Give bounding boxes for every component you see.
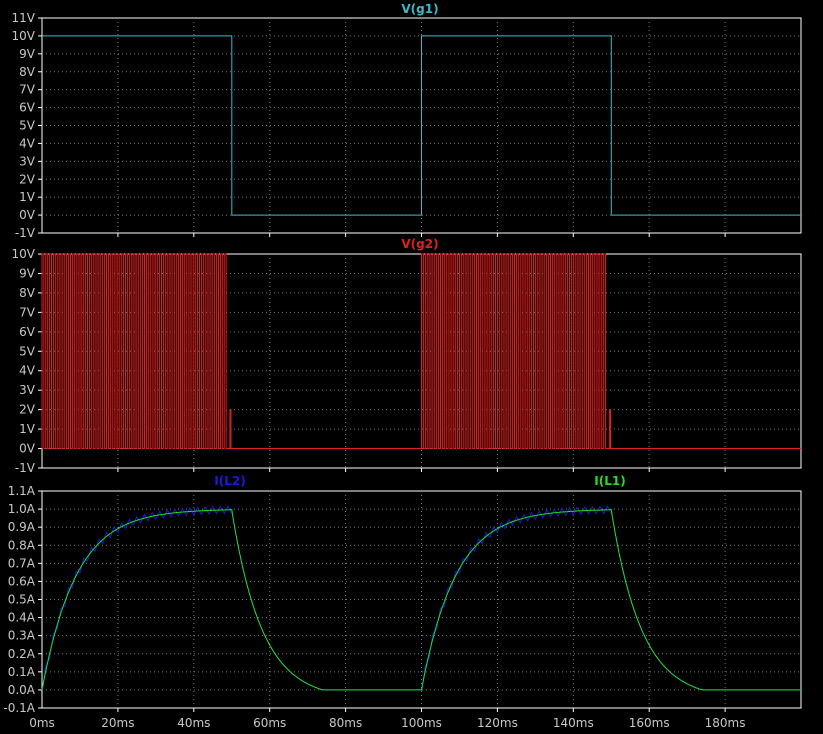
y-tick-label: 0.0A xyxy=(8,683,36,697)
y-tick-label: -1V xyxy=(15,461,36,475)
y-tick-label: 0.6A xyxy=(8,574,36,588)
y-tick-label: 3V xyxy=(19,383,36,397)
y-tick-label: 9V xyxy=(19,47,36,61)
y-tick-label: 6V xyxy=(19,325,36,339)
x-tick-label: 140ms xyxy=(553,716,594,730)
y-tick-label: 0.2A xyxy=(8,647,36,661)
y-tick-label: 0V xyxy=(19,442,36,456)
y-tick-label: 5V xyxy=(19,119,36,133)
y-tick-label: 0.1A xyxy=(8,665,36,679)
trace-vg2 xyxy=(41,253,801,449)
y-tick-label: 3V xyxy=(19,154,36,168)
y-tick-label: 2V xyxy=(19,172,36,186)
y-tick-label: 11V xyxy=(12,11,36,25)
trace-vg1 xyxy=(42,35,801,216)
y-tick-label: 8V xyxy=(19,65,36,79)
x-tick-label: 20ms xyxy=(101,716,134,730)
y-tick-label: 4V xyxy=(19,136,36,150)
y-tick-label: -1V xyxy=(15,226,36,240)
y-tick-label: 8V xyxy=(19,286,36,300)
x-tick-label: 120ms xyxy=(477,716,518,730)
y-tick-label: 0.7A xyxy=(8,556,36,570)
x-tick-label: 100ms xyxy=(401,716,442,730)
y-tick-label: -0.1A xyxy=(3,701,35,715)
x-tick-label: 0ms xyxy=(29,716,55,730)
y-tick-label: 0V xyxy=(19,208,36,222)
trace-label-vg1: V(g1) xyxy=(401,2,438,16)
trace-label-il1: I(L1) xyxy=(594,474,625,488)
trace-label-vg2: V(g2) xyxy=(401,237,438,251)
y-tick-label: 4V xyxy=(19,364,36,378)
y-tick-label: 7V xyxy=(19,83,36,97)
y-tick-label: 7V xyxy=(19,305,36,319)
y-tick-label: 1.0A xyxy=(8,502,36,516)
y-tick-label: 10V xyxy=(12,247,36,261)
y-tick-label: 0.9A xyxy=(8,520,36,534)
y-tick-label: 0.3A xyxy=(8,629,36,643)
y-tick-label: 1V xyxy=(19,422,36,436)
y-tick-label: 2V xyxy=(19,403,36,417)
y-tick-label: 1V xyxy=(19,190,36,204)
y-tick-label: 10V xyxy=(12,29,36,43)
trace-label-il2: I(L2) xyxy=(214,474,245,488)
x-tick-label: 60ms xyxy=(253,716,286,730)
y-tick-label: 0.4A xyxy=(8,611,36,625)
trace-il2 xyxy=(41,505,801,691)
x-tick-label: 40ms xyxy=(177,716,210,730)
waveform-plot: -1V 0V 1V 2V 3V 4V 5V 6V 7V 8V 9V 10V 11V -1V 0V 1V 2V 3V… xyxy=(3,2,802,730)
y-tick-label: 6V xyxy=(19,101,36,115)
x-tick-label: 160ms xyxy=(629,716,670,730)
y-tick-label: 1.1A xyxy=(8,484,36,498)
y-tick-label: 9V xyxy=(19,266,36,280)
y-tick-label: 0.8A xyxy=(8,538,36,552)
y-tick-label: 5V xyxy=(19,344,36,358)
y-tick-label: 0.5A xyxy=(8,593,36,607)
x-tick-label: 80ms xyxy=(329,716,362,730)
x-tick-label: 180ms xyxy=(705,716,746,730)
